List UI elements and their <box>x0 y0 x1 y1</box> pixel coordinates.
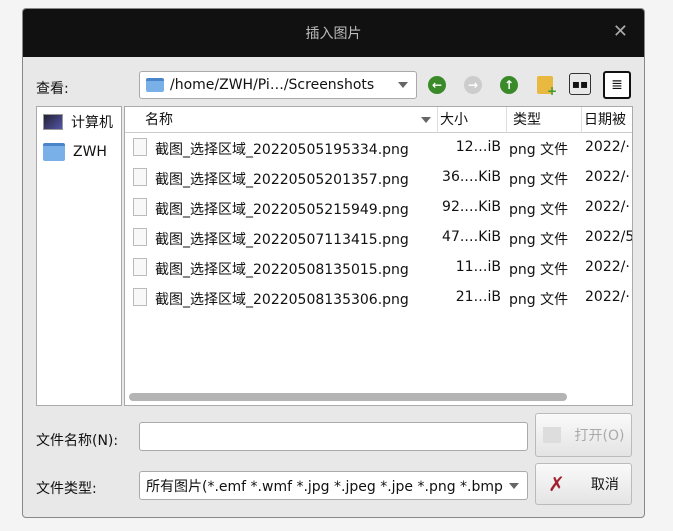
file-type: png 文件 <box>509 232 569 248</box>
file-row[interactable]: 截图_选择区域_20220505195334.png 12…iB png 文件 … <box>125 133 632 163</box>
insert-picture-dialog: 插入图片 ✕ 查看: /home/ZWH/Pi…/Screenshots ← →… <box>22 8 645 518</box>
file-row[interactable]: 截图_选择区域_20220508135015.png 11…iB png 文件 … <box>125 253 632 283</box>
file-size: 36.…KiB <box>442 169 501 185</box>
open-button[interactable]: 打开(O) <box>535 413 632 457</box>
cancel-button[interactable]: ✗ 取消 <box>535 463 632 505</box>
close-icon[interactable]: ✕ <box>613 21 628 42</box>
image-file-icon <box>133 168 147 186</box>
back-button[interactable]: ← <box>425 73 449 97</box>
arrow-up-icon: ↑ <box>500 76 518 94</box>
folder-icon <box>542 427 561 443</box>
file-name: 截图_选择区域_20220508135306.png <box>155 292 409 308</box>
horizontal-scrollbar[interactable] <box>129 393 567 401</box>
file-date: 2022/5 <box>585 229 633 245</box>
image-file-icon <box>133 288 147 306</box>
file-date: 2022/· <box>585 199 630 215</box>
look-in-label: 查看: <box>36 81 69 97</box>
new-folder-icon: + <box>537 76 557 98</box>
file-type: png 文件 <box>509 292 569 308</box>
file-size: 47.…KiB <box>442 229 501 245</box>
file-name: 截图_选择区域_20220507113415.png <box>155 232 409 248</box>
filetype-combo[interactable]: 所有图片(*.emf *.wmf *.jpg *.jpeg *.jpe *.pn… <box>139 471 528 500</box>
cancel-label: 取消 <box>590 477 619 493</box>
filetype-value: 所有图片(*.emf *.wmf *.jpg *.jpeg *.jpe *.pn… <box>146 478 503 495</box>
file-size: 21…iB <box>455 289 501 305</box>
file-name: 截图_选择区域_20220505215949.png <box>155 202 409 218</box>
icon-view-button[interactable]: ▪▪ <box>569 73 591 95</box>
computer-icon <box>43 114 63 130</box>
dialog-title: 插入图片 <box>305 26 362 42</box>
path-combo[interactable]: /home/ZWH/Pi…/Screenshots <box>139 71 417 99</box>
grid-icon: ▪▪ <box>571 77 589 91</box>
image-file-icon <box>133 258 147 276</box>
image-file-icon <box>133 198 147 216</box>
file-row[interactable]: 截图_选择区域_20220505215949.png 92.…KiB png 文… <box>125 193 632 223</box>
up-button[interactable]: ↑ <box>497 73 521 97</box>
arrow-left-icon: ← <box>428 76 446 94</box>
file-name: 截图_选择区域_20220505195334.png <box>155 142 409 158</box>
sidebar-item-zwh[interactable]: ZWH <box>37 137 121 167</box>
file-size: 92.…KiB <box>442 199 501 215</box>
folder-icon <box>43 143 65 161</box>
new-folder-button[interactable]: + <box>533 73 557 98</box>
file-row[interactable]: 截图_选择区域_20220508135306.png 21…iB png 文件 … <box>125 283 632 313</box>
title-bar: 插入图片 ✕ <box>23 9 644 57</box>
file-type: png 文件 <box>509 202 569 218</box>
file-name: 截图_选择区域_20220508135015.png <box>155 262 409 278</box>
chevron-down-icon <box>398 82 408 88</box>
sort-indicator-icon <box>421 117 431 123</box>
filename-label: 文件名称(N): <box>36 433 119 449</box>
sidebar-item-label: ZWH <box>73 144 107 160</box>
file-list-header: 名称 大小 类型 日期被 <box>125 107 632 133</box>
forward-button[interactable]: → <box>461 73 485 97</box>
file-type: png 文件 <box>509 262 569 278</box>
file-list: 名称 大小 类型 日期被 截图_选择区域_20220505195334.png … <box>124 106 633 406</box>
column-header-name[interactable]: 名称 <box>125 107 438 133</box>
column-header-size[interactable]: 大小 <box>438 107 507 133</box>
file-date: 2022/· <box>585 259 630 275</box>
filename-input[interactable] <box>139 422 528 451</box>
sidebar-item-computer[interactable]: 计算机 <box>37 107 121 137</box>
list-icon: ≣ <box>611 77 623 93</box>
cancel-x-icon: ✗ <box>548 472 565 496</box>
arrow-right-icon: → <box>464 76 482 94</box>
sidebar-item-label: 计算机 <box>71 115 113 131</box>
column-header-type[interactable]: 类型 <box>507 107 582 133</box>
file-type: png 文件 <box>509 172 569 188</box>
detail-view-button[interactable]: ≣ <box>603 71 631 99</box>
open-label: 打开(O) <box>574 428 625 444</box>
file-row[interactable]: 截图_选择区域_20220505201357.png 36.…KiB png 文… <box>125 163 632 193</box>
path-value: /home/ZWH/Pi…/Screenshots <box>170 77 375 93</box>
column-label: 名称 <box>145 112 173 128</box>
file-type: png 文件 <box>509 142 569 158</box>
file-date: 2022/· <box>585 139 630 155</box>
image-file-icon <box>133 228 147 246</box>
chevron-down-icon <box>509 482 519 489</box>
file-date: 2022/· <box>585 289 630 305</box>
filetype-label: 文件类型: <box>36 481 97 497</box>
file-row[interactable]: 截图_选择区域_20220507113415.png 47.…KiB png 文… <box>125 223 632 253</box>
file-size: 11…iB <box>455 259 501 275</box>
file-size: 12…iB <box>455 139 501 155</box>
sidebar: 计算机 ZWH <box>36 106 122 406</box>
image-file-icon <box>133 138 147 156</box>
folder-icon <box>146 78 164 92</box>
file-date: 2022/· <box>585 169 630 185</box>
column-header-date[interactable]: 日期被 <box>582 107 632 133</box>
file-name: 截图_选择区域_20220505201357.png <box>155 172 409 188</box>
